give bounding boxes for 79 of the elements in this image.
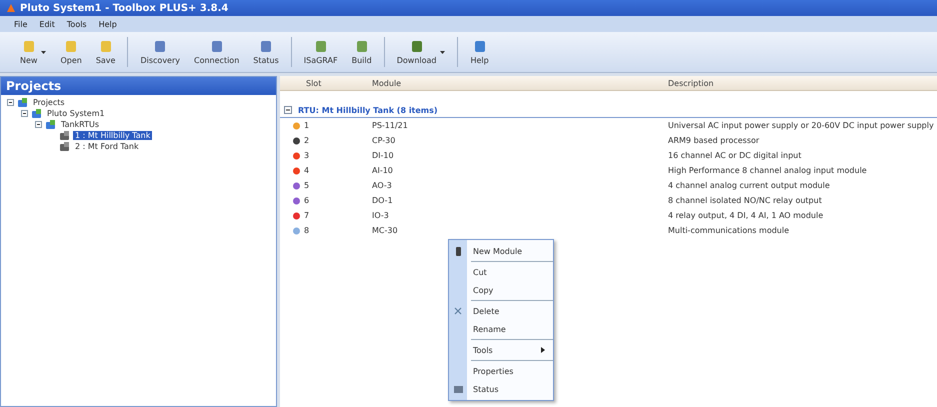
column-header[interactable]: Module — [348, 78, 660, 88]
module-cell-text: AO-3 — [371, 181, 393, 190]
description-cell-text: 4 relay output, 4 DI, 4 AI, 1 AO module — [667, 211, 824, 220]
collapse-icon[interactable] — [7, 99, 14, 106]
tool-icon — [64, 40, 78, 52]
column-header[interactable]: Slot — [280, 78, 348, 88]
slot-cell: 5 — [304, 181, 310, 190]
toolbar-button[interactable]: ISaGRAF — [300, 40, 342, 64]
device-icon — [59, 130, 70, 140]
slot-cell: 4 — [304, 166, 310, 175]
slot-cell: 7 — [304, 211, 310, 220]
description-cell-text: High Performance 8 channel analog input module — [667, 166, 868, 175]
toolbar-button[interactable]: Status — [249, 40, 283, 64]
window-title: Pluto System1 - Toolbox PLUS+ 3.8.4 — [20, 2, 228, 14]
menu-item[interactable]: Delete — [449, 302, 553, 320]
menu-item[interactable]: File — [14, 20, 28, 28]
description-cell-text: ARM9 based processor — [667, 136, 760, 145]
panel-title: Projects — [1, 77, 276, 95]
app-icon — [6, 3, 16, 13]
tool-icon — [210, 40, 224, 52]
module-cell-text: PS-11/21 — [371, 121, 409, 130]
module-cell-text: DI-10 — [371, 151, 395, 160]
collapse-icon[interactable] — [21, 110, 28, 117]
tool-icon — [472, 40, 487, 52]
dropdown-arrow-icon — [41, 50, 46, 54]
group-header: RTU: Mt Hillbilly Tank (8 items) — [298, 106, 438, 114]
slot-cell: 2 — [304, 136, 310, 145]
tool-icon — [259, 40, 274, 52]
menu-item[interactable]: Help — [98, 20, 117, 28]
toolbar-button[interactable]: Discovery — [136, 40, 184, 64]
tree-item[interactable]: 1 : Mt Hillbilly Tank — [73, 131, 152, 140]
menu-item[interactable]: Status — [449, 380, 553, 398]
module-cell-text: IO-3 — [371, 211, 390, 220]
menu-item[interactable]: Edit — [39, 20, 55, 28]
device-icon — [59, 142, 70, 152]
tree-item[interactable]: Projects — [31, 98, 67, 107]
toolbar-button[interactable]: Help — [466, 40, 493, 64]
description-cell-text: Universal AC input power supply or 20-60V DC input power supply — [667, 121, 935, 130]
slot-cell: 6 — [304, 196, 310, 205]
toolbar-button[interactable]: Connection — [190, 40, 244, 64]
description-cell-text: Multi-communications module — [667, 226, 790, 235]
menu-item[interactable]: Copy — [449, 281, 553, 299]
slot-cell: 1 — [304, 121, 310, 130]
module-cell-text: AI-10 — [371, 166, 394, 175]
menu-item[interactable]: Tools — [449, 341, 553, 359]
tool-icon — [153, 40, 168, 52]
dropdown-arrow-icon — [440, 50, 446, 54]
menu-item[interactable]: Rename — [449, 320, 553, 338]
tool-icon — [22, 40, 36, 52]
column-header[interactable]: Description — [660, 78, 937, 88]
description-cell-text: 4 channel analog current output module — [667, 181, 831, 190]
status-icon — [454, 384, 462, 394]
tree-item[interactable]: 2 : Mt Ford Tank — [73, 142, 141, 151]
menu-item[interactable]: Cut — [449, 263, 553, 281]
toolbar-button[interactable]: Download — [392, 40, 450, 64]
menu-item[interactable]: New Module — [449, 242, 553, 260]
description-cell-text: 16 channel AC or DC digital input — [667, 151, 802, 160]
module-cell-text: CP-30 — [371, 136, 396, 145]
collapse-icon[interactable] — [284, 106, 292, 114]
tree-item[interactable]: Pluto System1 — [45, 109, 107, 118]
tool-icon — [354, 40, 369, 52]
toolbar-button[interactable]: Open — [56, 40, 86, 64]
module-cell-text: MC-30 — [371, 226, 399, 235]
toolbar-button[interactable]: Save — [92, 40, 120, 64]
slot-cell: 8 — [304, 226, 310, 235]
tool-icon — [410, 40, 424, 52]
toolbar-button[interactable]: Build — [348, 40, 376, 64]
module-cell-text: DO-1 — [371, 196, 394, 205]
menu-item[interactable]: Properties — [449, 362, 553, 380]
slot-cell: 3 — [304, 151, 310, 160]
module-icon — [454, 246, 462, 256]
description-cell-text: 8 channel isolated NO/NC relay output — [667, 196, 823, 205]
tool-icon — [314, 40, 328, 52]
tree-item[interactable]: TankRTUs — [59, 120, 102, 129]
delete-icon — [454, 307, 462, 315]
tool-icon — [98, 40, 113, 52]
menu-item[interactable]: Tools — [66, 20, 87, 28]
collapse-icon[interactable] — [35, 121, 42, 128]
toolbar-button[interactable]: New — [16, 40, 50, 64]
